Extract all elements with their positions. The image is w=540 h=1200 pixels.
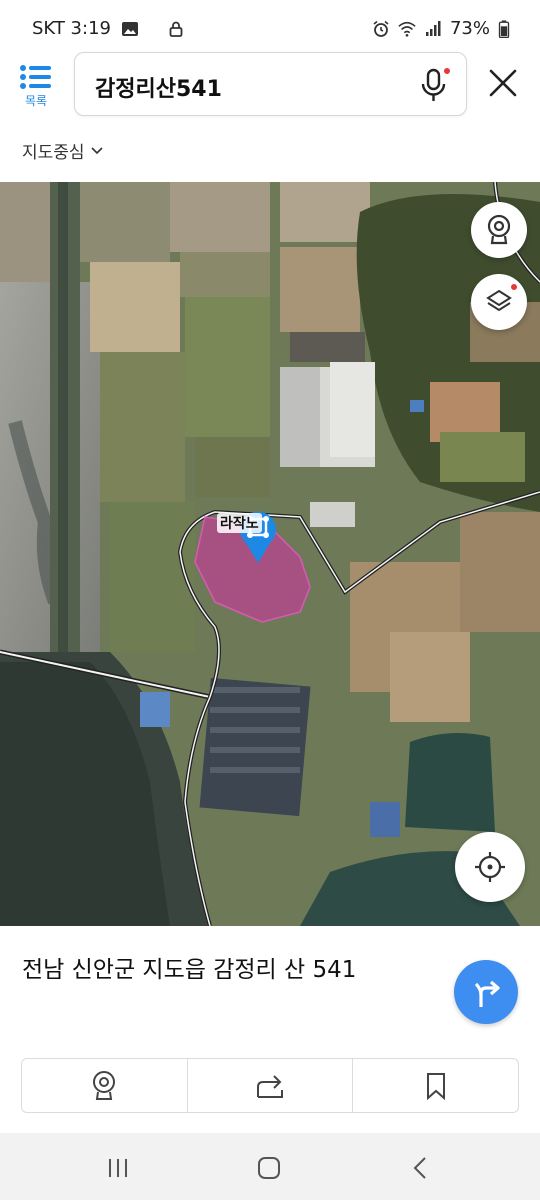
directions-button[interactable] xyxy=(454,960,518,1024)
back-icon[interactable] xyxy=(408,1155,434,1181)
home-icon[interactable] xyxy=(256,1155,282,1181)
carrier-time: SKT 3:19 xyxy=(32,18,111,39)
map-center-dropdown[interactable]: 지도중심 xyxy=(22,138,103,163)
battery-icon xyxy=(498,19,510,38)
streetview-action-button[interactable] xyxy=(22,1059,188,1112)
list-icon xyxy=(20,65,51,89)
bookmark-icon xyxy=(426,1072,445,1100)
layers-icon xyxy=(486,289,512,312)
share-icon xyxy=(257,1074,283,1098)
layers-badge xyxy=(511,284,517,290)
close-button[interactable] xyxy=(488,68,518,98)
current-location-icon xyxy=(475,852,505,882)
list-menu-button[interactable]: 목록 xyxy=(16,64,56,114)
search-header: 목록 감정리산541 xyxy=(0,50,540,120)
lock-icon xyxy=(169,21,183,37)
system-nav-bar xyxy=(0,1133,540,1200)
close-icon xyxy=(489,69,517,97)
map-center-label: 지도중심 xyxy=(22,143,85,163)
place-actions-bar xyxy=(21,1058,519,1113)
search-query-text: 감정리산541 xyxy=(95,77,222,102)
current-location-button[interactable] xyxy=(455,832,525,902)
wifi-icon xyxy=(398,21,416,37)
directions-icon xyxy=(474,980,500,1007)
signal-icon xyxy=(425,20,441,36)
recents-icon[interactable] xyxy=(105,1155,131,1181)
place-address: 전남 신안군 지도읍 감정리 산 541 xyxy=(22,957,357,983)
list-menu-label: 목록 xyxy=(24,94,48,108)
layers-button[interactable] xyxy=(471,274,527,330)
streetview-button[interactable] xyxy=(471,202,527,258)
pin-label: 라작노 xyxy=(217,513,262,533)
share-action-button[interactable] xyxy=(188,1059,354,1112)
battery-percent: 73% xyxy=(449,18,490,39)
alarm-icon xyxy=(373,20,389,37)
voice-search-button[interactable] xyxy=(418,67,450,103)
search-input[interactable]: 감정리산541 xyxy=(74,52,467,116)
streetview-icon xyxy=(487,214,511,245)
satellite-map[interactable]: 라작노 xyxy=(0,182,540,926)
microphone-icon xyxy=(421,68,450,101)
image-icon xyxy=(121,21,138,36)
streetview-icon xyxy=(93,1070,116,1100)
chevron-down-icon xyxy=(90,146,103,154)
bookmark-action-button[interactable] xyxy=(353,1059,518,1112)
